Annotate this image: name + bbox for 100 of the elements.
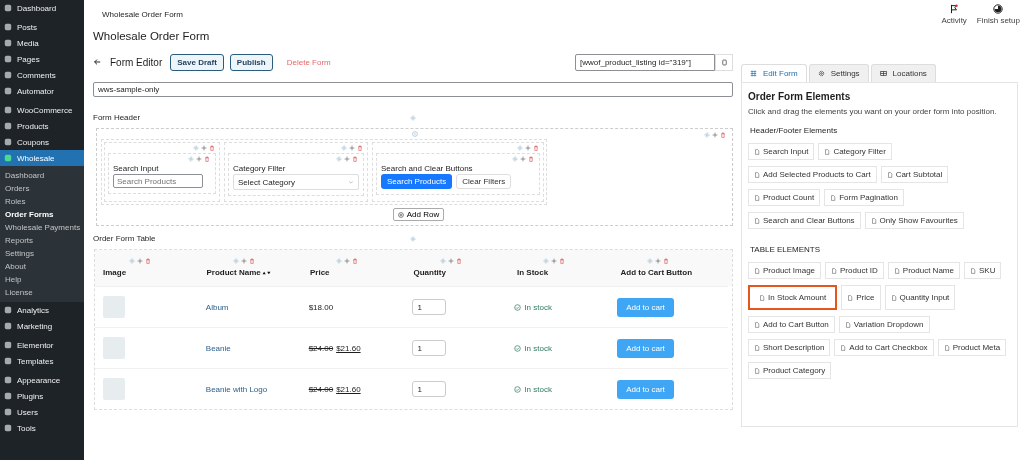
editor-button[interactable]: Publish [229, 53, 273, 71]
move-icon[interactable] [525, 145, 531, 151]
sidebar-item[interactable]: Comments [0, 67, 84, 83]
sidebar-item[interactable]: Users [0, 404, 84, 420]
trash-icon[interactable] [455, 258, 462, 264]
sort-icon[interactable] [261, 270, 271, 275]
sidebar-item[interactable]: Marketing [0, 318, 84, 334]
move-icon[interactable] [344, 258, 350, 264]
editor-button[interactable]: Save Draft [170, 53, 224, 71]
search-field[interactable]: Search Products [113, 174, 203, 188]
sidebar-item[interactable]: Dashboard [0, 0, 84, 16]
quantity-field[interactable]: 1 [411, 299, 446, 315]
element-button[interactable]: Category Filter [818, 143, 892, 160]
form-name-field[interactable]: wws-sample-only [93, 82, 733, 97]
submenu-item[interactable]: Orders [0, 182, 84, 195]
submenu-item[interactable]: Wholesale Payments [0, 221, 84, 234]
submenu-item[interactable]: Order Forms [0, 208, 84, 221]
move-icon[interactable] [240, 258, 247, 264]
element-button[interactable]: Product ID [825, 262, 884, 279]
submenu-item[interactable]: Dashboard [0, 169, 84, 182]
sidebar-item[interactable]: Media [0, 35, 84, 51]
element-button[interactable]: Search and Clear Buttons [748, 212, 861, 229]
element-button[interactable]: Product Name [887, 262, 960, 279]
trash-icon[interactable] [209, 145, 215, 151]
element-button[interactable]: Product Image [748, 262, 822, 279]
sidebar-item[interactable]: Coupons [0, 134, 84, 150]
trash-icon[interactable] [357, 145, 363, 151]
product-link[interactable]: Beanie with Logo [205, 384, 268, 394]
product-link[interactable]: Album [205, 302, 229, 312]
trash-icon[interactable] [720, 132, 726, 138]
panel-tab[interactable]: Edit Form [741, 64, 807, 82]
move-icon[interactable] [349, 145, 355, 151]
product-link[interactable]: Beanie [205, 343, 231, 353]
move-icon[interactable] [201, 145, 207, 151]
sidebar-item[interactable]: Posts [0, 19, 84, 35]
move-icon[interactable] [712, 132, 718, 138]
quantity-field[interactable]: 1 [411, 381, 446, 397]
move-icon[interactable] [137, 258, 143, 264]
add-row-button[interactable]: Add Row [392, 208, 445, 221]
element-button[interactable]: Search Input [748, 143, 815, 160]
panel-tab[interactable]: Locations [870, 64, 936, 82]
submenu-item[interactable]: Help [0, 273, 84, 286]
sidebar-item[interactable]: Pages [0, 51, 84, 67]
info-icon[interactable] [411, 131, 418, 137]
regular-price: $24.00 [308, 343, 334, 353]
sidebar-item[interactable]: Templates [0, 353, 84, 369]
move-icon[interactable] [196, 156, 202, 162]
copy-button[interactable] [715, 53, 733, 71]
element-button[interactable]: Product Count [748, 189, 821, 206]
sidebar-item[interactable]: Elementor [0, 337, 84, 353]
category-dropdown[interactable]: Select Category [233, 174, 359, 190]
element-button[interactable]: Form Pagination [824, 189, 904, 206]
submenu-item[interactable]: About [0, 260, 84, 273]
trash-icon[interactable] [352, 156, 358, 162]
trash-icon[interactable] [352, 258, 358, 264]
element-button[interactable]: Price [841, 285, 881, 310]
trash-icon[interactable] [145, 258, 151, 264]
element-button[interactable]: Cart Subtotal [880, 166, 949, 183]
filter-button[interactable]: Search Products [381, 174, 453, 189]
element-button[interactable]: In Stock Amount [748, 285, 838, 310]
back-arrow-icon[interactable] [93, 58, 101, 66]
sidebar-item[interactable]: WooCommerce [0, 102, 84, 118]
element-button[interactable]: Product Meta [937, 339, 1007, 356]
element-button[interactable]: Short Description [748, 339, 831, 356]
element-button[interactable]: Only Show Favourites [864, 212, 964, 229]
element-button[interactable]: Quantity Input [884, 285, 956, 310]
move-icon[interactable] [520, 156, 526, 162]
sidebar-item[interactable]: Plugins [0, 388, 84, 404]
submenu-item[interactable]: License [0, 286, 84, 299]
trash-icon[interactable] [528, 156, 534, 162]
filter-button[interactable]: Clear Filters [456, 174, 512, 189]
submenu-item[interactable]: Roles [0, 195, 84, 208]
trash-icon[interactable] [204, 156, 210, 162]
submenu-item[interactable]: Reports [0, 234, 84, 247]
sidebar-item[interactable]: Tools [0, 420, 84, 436]
element-button[interactable]: Add to Cart Checkbox [834, 339, 934, 356]
element-button[interactable]: Variation Dropdown [838, 316, 930, 333]
sidebar-item[interactable]: Analytics [0, 302, 84, 318]
trash-icon[interactable] [559, 258, 565, 264]
topbar-action[interactable]: Finish setup [976, 3, 1020, 25]
sidebar-item[interactable]: Products [0, 118, 84, 134]
move-icon[interactable] [551, 258, 557, 264]
move-icon[interactable] [654, 258, 661, 264]
element-button[interactable]: Add to Cart Button [748, 316, 835, 333]
sidebar-item[interactable]: Wholesale [0, 150, 84, 166]
shortcode-field[interactable]: [wwof_product_listing id="319"] [575, 53, 715, 71]
submenu-item[interactable]: Settings [0, 247, 84, 260]
move-icon[interactable] [447, 258, 454, 264]
sidebar-item[interactable]: Automator [0, 83, 84, 99]
element-button[interactable]: SKU [963, 262, 1002, 279]
element-button[interactable]: Add Selected Products to Cart [748, 166, 877, 183]
sidebar-item[interactable]: Appearance [0, 372, 84, 388]
quantity-field[interactable]: 1 [411, 340, 446, 356]
panel-tab[interactable]: Settings [808, 64, 869, 82]
topbar-action[interactable]: Activity [941, 3, 967, 25]
trash-icon[interactable] [248, 258, 255, 264]
move-icon[interactable] [344, 156, 350, 162]
trash-icon[interactable] [533, 145, 539, 151]
trash-icon[interactable] [662, 258, 669, 264]
element-button[interactable]: Product Category [748, 362, 832, 379]
